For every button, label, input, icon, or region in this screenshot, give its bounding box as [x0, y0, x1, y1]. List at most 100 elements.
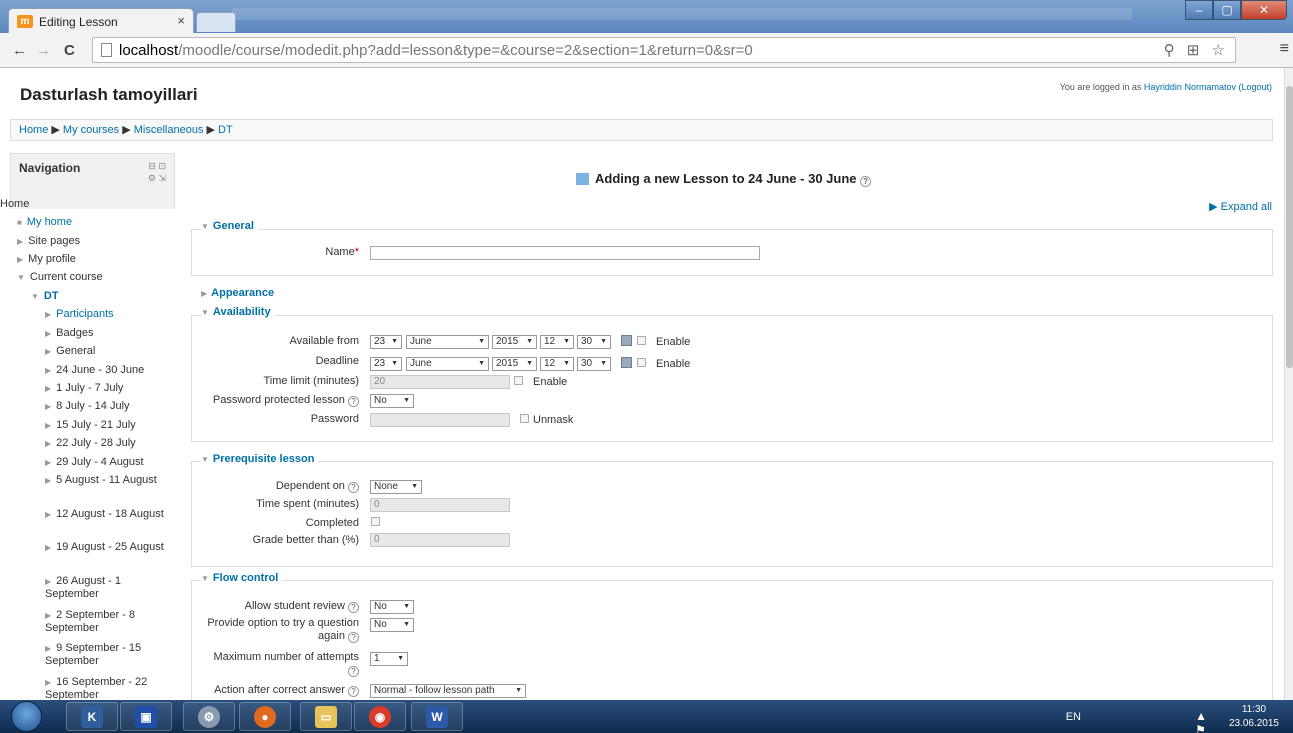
- available-from-minute-select[interactable]: 30 ▼: [577, 335, 611, 349]
- url-path: /moodle/course/modedit.php?add=lesson&ty…: [178, 42, 753, 59]
- reload-icon[interactable]: C: [64, 42, 75, 59]
- nav-item-section[interactable]: ▶ 26 August - 1 September: [45, 575, 165, 601]
- nav-home[interactable]: Home: [0, 198, 29, 211]
- clock[interactable]: 11:30 23.06.2015: [1229, 703, 1279, 731]
- legend-prerequisite[interactable]: ▼ Prerequisite lesson: [201, 453, 319, 465]
- grade-better-input[interactable]: 0: [370, 533, 510, 547]
- unmask-checkbox[interactable]: [520, 414, 529, 423]
- nav-item-section[interactable]: ▶ 2 September - 8 September: [45, 609, 165, 635]
- logout-link[interactable]: (Logout): [1238, 82, 1272, 92]
- address-bar[interactable]: localhost/moodle/course/modedit.php?add=…: [92, 37, 1236, 63]
- breadcrumb-dt[interactable]: DT: [218, 124, 233, 136]
- time-limit-enable-checkbox[interactable]: [514, 376, 523, 385]
- back-arrow-icon[interactable]: ←: [12, 42, 27, 59]
- help-icon[interactable]: ?: [860, 176, 872, 187]
- help-icon[interactable]: ?: [348, 666, 359, 677]
- taskbar-app-chrome[interactable]: ◉: [354, 702, 406, 731]
- minimize-button[interactable]: –: [1185, 0, 1213, 20]
- legend-flow-control[interactable]: ▼ Flow control: [201, 572, 283, 584]
- time-limit-input[interactable]: 20: [370, 375, 510, 389]
- name-input[interactable]: [370, 246, 760, 260]
- time-spent-input[interactable]: 0: [370, 498, 510, 512]
- grade-better-label: Grade better than (%): [252, 534, 359, 546]
- password-protected-select[interactable]: No ▼: [370, 394, 414, 408]
- deadline-hour-select[interactable]: 12 ▼: [540, 357, 574, 371]
- start-button[interactable]: [11, 701, 42, 732]
- help-icon[interactable]: ?: [348, 632, 359, 643]
- nav-item-section[interactable]: ▶ 16 September - 22 September: [45, 676, 175, 700]
- nav-item-my-profile[interactable]: ▶ My profile: [17, 253, 76, 266]
- user-name-link[interactable]: Hayriddin Normamatov: [1144, 82, 1236, 92]
- taskbar-app-save[interactable]: ▣: [120, 702, 172, 731]
- browser-menu-icon[interactable]: ≡: [1280, 40, 1289, 58]
- help-icon[interactable]: ?: [348, 686, 359, 697]
- nav-item-my-home[interactable]: ■ My home: [17, 216, 72, 229]
- nav-item-site-pages[interactable]: ▶ Site pages: [17, 235, 80, 248]
- close-window-button[interactable]: ✕: [1241, 0, 1287, 20]
- breadcrumb-home[interactable]: Home: [19, 124, 48, 136]
- taskbar-app-word[interactable]: W: [411, 702, 463, 731]
- legend-appearance[interactable]: ▶ Appearance: [201, 287, 279, 299]
- tray-icons[interactable]: ▲ ⚑ ▦ ◗: [1195, 709, 1217, 733]
- legend-availability[interactable]: ▼ Availability: [201, 306, 275, 318]
- nav-item-participants[interactable]: ▶ Participants: [45, 308, 114, 321]
- help-icon[interactable]: ?: [348, 482, 359, 493]
- completed-checkbox[interactable]: [371, 517, 380, 526]
- deadline-enable-checkbox[interactable]: [637, 358, 646, 367]
- action-after-select[interactable]: Normal - follow lesson path ▼: [370, 684, 526, 698]
- language-indicator[interactable]: EN: [1066, 711, 1081, 723]
- available-from-year-select[interactable]: 2015 ▼: [492, 335, 537, 349]
- address-bar-icons[interactable]: ⚲ ⊞ ☆: [1164, 41, 1229, 59]
- nav-item-section[interactable]: ▶ 12 August - 18 August: [45, 508, 165, 521]
- legend-general[interactable]: ▼ General: [201, 220, 258, 232]
- deadline-year-select[interactable]: 2015 ▼: [492, 357, 537, 371]
- breadcrumb-miscellaneous[interactable]: Miscellaneous: [134, 124, 204, 136]
- page-title: Adding a new Lesson to 24 June - 30 June…: [576, 171, 872, 187]
- browser-tab-active[interactable]: m Editing Lesson ×: [8, 8, 194, 33]
- available-from-hour-select[interactable]: 12 ▼: [540, 335, 574, 349]
- maximize-button[interactable]: ▢: [1213, 0, 1241, 20]
- deadline-day-select[interactable]: 23 ▼: [370, 357, 402, 371]
- forward-arrow-icon[interactable]: →: [36, 42, 51, 59]
- max-attempts-select[interactable]: 1 ▼: [370, 652, 408, 666]
- nav-item-section[interactable]: ▶ 22 July - 28 July: [45, 437, 136, 450]
- try-again-select[interactable]: No ▼: [370, 618, 414, 632]
- nav-item-section[interactable]: ▶ 29 July - 4 August: [45, 456, 144, 469]
- password-input[interactable]: [370, 413, 510, 427]
- nav-item-section[interactable]: ▶ 15 July - 21 July: [45, 419, 136, 432]
- nav-item-section[interactable]: ▶ 5 August - 11 August: [45, 474, 165, 487]
- page-scrollbar[interactable]: [1284, 68, 1293, 700]
- available-from-day-select[interactable]: 23 ▼: [370, 335, 402, 349]
- available-from-month-select[interactable]: June ▼: [406, 335, 489, 349]
- nav-item-section[interactable]: ▶ 8 July - 14 July: [45, 400, 130, 413]
- calendar-icon[interactable]: [621, 335, 632, 346]
- nav-item-current-course[interactable]: ▼ Current course: [17, 271, 103, 284]
- block-controls[interactable]: ⊟ ⊡ ⚙ ⇲: [148, 160, 166, 184]
- expand-all-link[interactable]: ▶ Expand all: [1209, 200, 1272, 213]
- nav-item-section[interactable]: ▶ 24 June - 30 June: [45, 364, 144, 377]
- nav-item-section[interactable]: ▶ 19 August - 25 August: [45, 541, 165, 554]
- nav-item-section[interactable]: ▶ 1 July - 7 July: [45, 382, 123, 395]
- calendar-icon[interactable]: [621, 357, 632, 368]
- new-tab-button[interactable]: [196, 12, 236, 32]
- select-value: No: [374, 395, 387, 406]
- taskbar-app-settings[interactable]: ⚙: [183, 702, 235, 731]
- taskbar-app-firefox[interactable]: ●: [239, 702, 291, 731]
- tab-close-icon[interactable]: ×: [177, 13, 185, 28]
- nav-item-general[interactable]: ▶ General: [45, 345, 95, 358]
- nav-item-section[interactable]: ▶ 9 September - 15 September: [45, 642, 165, 668]
- taskbar-app-kmp[interactable]: K: [66, 702, 118, 731]
- deadline-minute-select[interactable]: 30 ▼: [577, 357, 611, 371]
- help-icon[interactable]: ?: [348, 602, 359, 613]
- taskbar-app-explorer[interactable]: ▭: [300, 702, 352, 731]
- allow-review-select[interactable]: No ▼: [370, 600, 414, 614]
- scrollbar-thumb[interactable]: [1286, 86, 1293, 368]
- help-icon[interactable]: ?: [348, 396, 359, 407]
- nav-item-dt[interactable]: ▼ DT: [31, 290, 59, 303]
- dependent-on-select[interactable]: None ▼: [370, 480, 422, 494]
- nav-item-badges[interactable]: ▶ Badges: [45, 327, 93, 340]
- available-from-enable-checkbox[interactable]: [637, 336, 646, 345]
- deadline-month-select[interactable]: June ▼: [406, 357, 489, 371]
- breadcrumb-my-courses[interactable]: My courses: [63, 124, 119, 136]
- page-title-text: Adding a new Lesson to 24 June - 30 June: [595, 171, 857, 186]
